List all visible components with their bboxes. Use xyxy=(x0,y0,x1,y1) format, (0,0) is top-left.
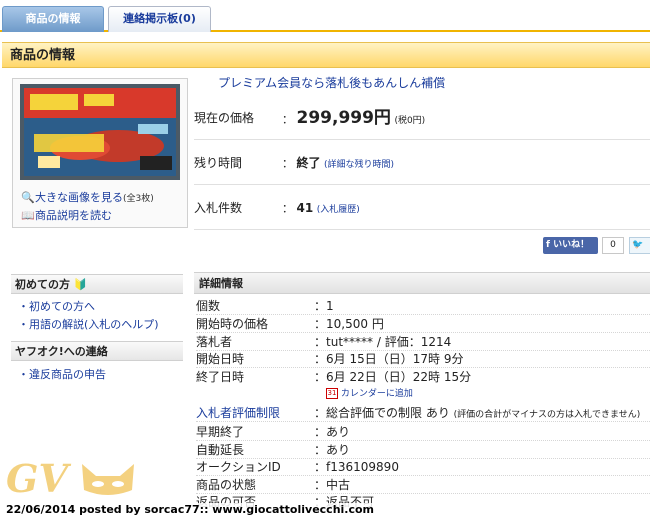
remaining-label: 残り時間 xyxy=(194,156,243,170)
tweet-button[interactable]: 🐦ツ xyxy=(629,237,650,254)
sidebar-beginner-header: 初めての方 🔰 xyxy=(11,274,183,294)
current-price-label: 現在の価格 xyxy=(194,111,255,125)
detail-row: 早期終了 ：あり xyxy=(196,424,650,441)
price-row: 現在の価格 ： 299,999円 (税0円) xyxy=(194,96,650,140)
enlarge-image-link[interactable]: 🔍大きな画像を見る(全3枚) xyxy=(21,189,154,205)
read-description-link[interactable]: 📖商品説明を読む xyxy=(21,207,112,223)
remaining-detail-link[interactable]: (詳細な残り時間) xyxy=(324,160,394,170)
add-to-calendar-link[interactable]: 31 カレンダーに追加 xyxy=(326,386,413,399)
bids-row: 入札件数 ： 41 (入札履歴) xyxy=(194,186,650,230)
product-image-box: 🔍大きな画像を見る(全3枚) 📖商品説明を読む xyxy=(12,78,188,228)
facebook-like-button[interactable]: f いいね！ xyxy=(543,237,598,254)
detail-row: 商品の状態 ：中古 xyxy=(196,477,650,494)
detail-header: 詳細情報 xyxy=(194,272,650,294)
detail-row: 自動延長 ：あり xyxy=(196,442,650,459)
like-count: 0 xyxy=(602,237,624,254)
twitter-icon: 🐦 xyxy=(632,240,644,250)
watermark-logo: GV xyxy=(6,456,68,501)
detail-row: 個数 ：1 xyxy=(196,298,650,315)
facebook-icon: f xyxy=(546,240,554,250)
bids-value: ： 41 (入札履歴) xyxy=(282,201,360,215)
calendar-icon: 31 xyxy=(326,388,338,399)
bidder-restriction-link[interactable]: 入札者評価制限 xyxy=(196,405,280,421)
bids-label: 入札件数 xyxy=(194,201,243,215)
bid-history-link[interactable]: (入札履歴) xyxy=(317,205,360,215)
remaining-value: ： 終了 (詳細な残り時間) xyxy=(282,156,395,170)
product-image[interactable] xyxy=(20,84,180,180)
sidebar-link-glossary[interactable]: ・用語の解説(入札のヘルプ) xyxy=(18,316,159,332)
tab-message-board[interactable]: 連絡掲示板(0) xyxy=(108,6,211,32)
detail-row: オークションID ：f136109890 xyxy=(196,459,650,476)
premium-promo-link[interactable]: プレミアム会員なら落札後もあんしん補償 xyxy=(218,74,445,91)
remaining-row: 残り時間 ： 終了 (詳細な残り時間) xyxy=(194,141,650,185)
detail-row: 終了日時 ：6月 22日（日）22時 15分 xyxy=(196,370,472,384)
current-price-value: ： 299,999円 (税0円) xyxy=(282,108,426,128)
tab-product-info[interactable]: 商品の情報 xyxy=(2,6,104,32)
detail-row: 開始時の価格 ：10,500 円 xyxy=(196,316,650,333)
detail-row: 落札者 ：tut***** / 評価：1214 xyxy=(196,334,650,351)
magnifier-icon: 🔍 xyxy=(21,191,35,204)
tab-bar: 商品の情報 連絡掲示板(0) xyxy=(0,0,650,32)
sidebar-contact-header: ヤフオク!への連絡 xyxy=(11,341,183,361)
section-title: 商品の情報 xyxy=(2,42,650,68)
watermark-caption: 22/06/2014 posted by sorcac77:: www.gioc… xyxy=(4,503,377,516)
sidebar-link-report[interactable]: ・違反商品の申告 xyxy=(18,366,106,382)
book-icon: 📖 xyxy=(21,209,35,222)
cat-mask-logo xyxy=(82,464,134,495)
beginner-mark-icon: 🔰 xyxy=(73,278,88,291)
sidebar-link-beginner[interactable]: ・初めての方へ xyxy=(18,298,95,314)
detail-row: 入札者評価制限 ：総合評価での制限 あり (評価の合計がマイナスの方は入札できませ… xyxy=(196,405,650,422)
detail-row: 開始日時 ：6月 15日（日）17時 9分 xyxy=(196,351,650,368)
